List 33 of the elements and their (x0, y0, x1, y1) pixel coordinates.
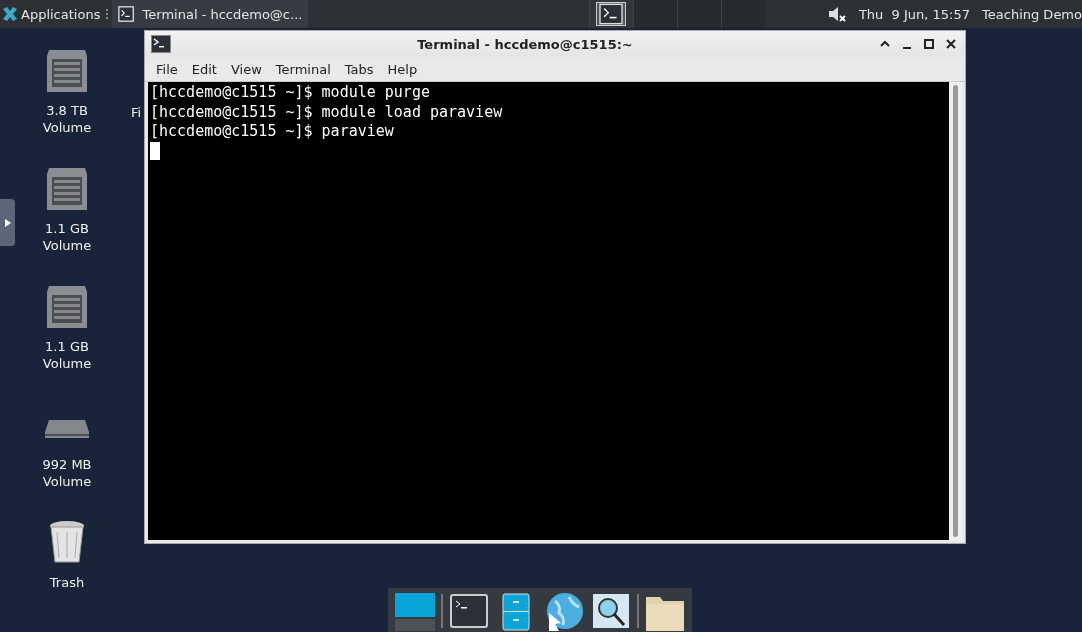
menu-item[interactable]: File (149, 61, 185, 77)
maximize-icon[interactable] (923, 38, 935, 50)
muted-speaker-icon[interactable] (826, 5, 847, 23)
desktop-icon-label[interactable]: 1.1 GB Volume (36, 220, 98, 254)
terminal-line: [hccdemo@c1515 ~]$ module purge (150, 83, 430, 103)
user-name[interactable]: Teaching Demo (982, 6, 1082, 22)
desktop-icon-label[interactable]: Fi (131, 105, 142, 120)
window-title: Terminal - hccdemo@c1515:~ (416, 36, 634, 52)
menu-item[interactable]: View (223, 61, 269, 77)
desktop-icon[interactable] (393, 591, 436, 631)
text-cursor (150, 141, 160, 160)
close-icon[interactable] (945, 38, 957, 50)
clock[interactable]: Thu 9 Jun, 15:57 (858, 6, 971, 22)
terminal-icon (596, 2, 627, 26)
terminal-icon[interactable] (448, 591, 491, 631)
terminal-icon (118, 5, 135, 23)
workspace-button[interactable] (588, 0, 633, 28)
logo-icon (2, 6, 18, 22)
menu-item[interactable]: Edit (184, 61, 224, 77)
handle-icon (105, 8, 110, 20)
desktop-icon-label[interactable]: Trash (36, 574, 98, 591)
terminal-line: [hccdemo@c1515 ~]$ module load paraview (150, 102, 503, 122)
menu-item[interactable]: Tabs (337, 61, 381, 77)
task-button[interactable]: Terminal - hccdemo@c... (112, 0, 309, 28)
menu-item[interactable]: Help (380, 61, 425, 77)
scrollbar[interactable] (949, 82, 962, 540)
menu-item[interactable]: Terminal (268, 61, 338, 77)
terminal-line: [hccdemo@c1515 ~]$ paraview (150, 122, 394, 142)
desktop-icon-label[interactable]: 992 MB Volume (36, 456, 98, 490)
side-panel-handle[interactable] (0, 199, 15, 246)
desktop-icon-label[interactable]: 3.8 TB Volume (36, 102, 98, 136)
terminal-icon (151, 35, 171, 53)
desktop-icon-label[interactable]: 1.1 GB Volume (36, 338, 98, 372)
